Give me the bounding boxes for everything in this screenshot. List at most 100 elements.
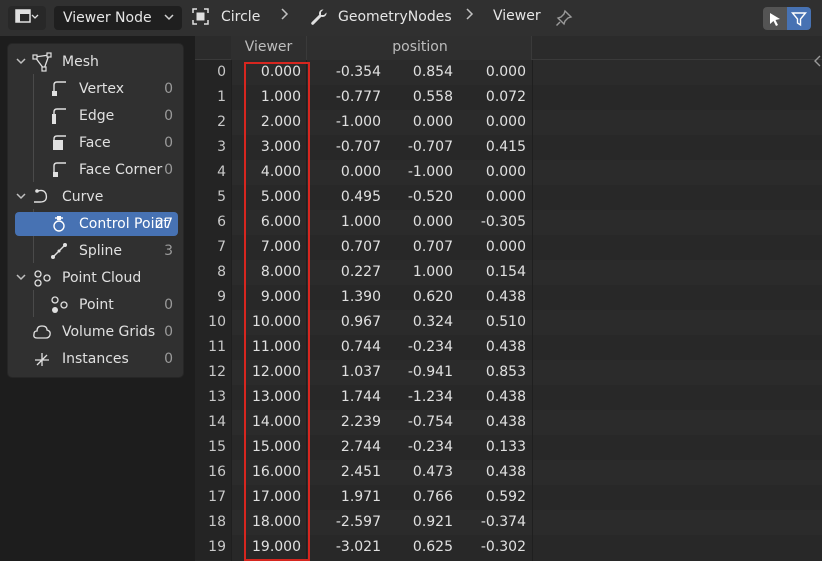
column-header-position[interactable]: position: [306, 36, 532, 60]
sidebar-item-edge[interactable]: Edge 0: [8, 104, 185, 128]
position-y-cell: -0.754: [407, 414, 453, 430]
table-row: 16 16.000 2.451 0.473 0.438: [195, 460, 822, 485]
sidebar-item-volume-grids[interactable]: Volume Grids 0: [8, 320, 185, 344]
position-z-cell: 0.853: [485, 364, 526, 380]
sidebar-item-mesh[interactable]: Mesh: [8, 50, 185, 74]
breadcrumb-node[interactable]: Viewer: [493, 8, 541, 24]
position-z-cell: 0.133: [485, 439, 526, 455]
viewer-value-cell: 6.000: [260, 214, 301, 230]
row-index: 7: [217, 239, 226, 255]
position-y-cell: -1.234: [407, 389, 453, 405]
editor-type-button[interactable]: [8, 6, 46, 30]
viewer-value-cell: 12.000: [252, 364, 301, 380]
cursor-select-icon: [767, 11, 783, 27]
position-x-cell: 2.239: [340, 414, 381, 430]
table-row: 13 13.000 1.744 -1.234 0.438: [195, 385, 822, 410]
table-row: 14 14.000 2.239 -0.754 0.438: [195, 410, 822, 435]
sidebar-item-control-point[interactable]: Control Point 27: [8, 212, 185, 236]
position-z-cell: 0.438: [485, 389, 526, 405]
row-index: 0: [217, 64, 226, 80]
viewer-value-cell: 3.000: [260, 139, 301, 155]
sidebar-item-spline[interactable]: Spline 3: [8, 239, 185, 263]
sidebar-item-count: 0: [164, 351, 173, 367]
viewer-value-cell: 19.000: [252, 539, 301, 555]
selected-only-toggle[interactable]: [763, 7, 787, 30]
viewer-value-cell: 4.000: [260, 164, 301, 180]
position-y-cell: 0.324: [412, 314, 453, 330]
spline-icon: [49, 241, 69, 261]
position-x-cell: 1.744: [340, 389, 381, 405]
row-index: 18: [208, 514, 226, 530]
geometry-domain-sidebar: Mesh Vertex 0 Edge 0 Face 0 Face Corner …: [7, 43, 184, 378]
viewer-value-cell: 16.000: [252, 464, 301, 480]
viewer-value-cell: 0.000: [260, 64, 301, 80]
position-z-cell: 0.000: [485, 189, 526, 205]
spreadsheet-icon: [15, 8, 39, 28]
sidebar-item-face-corner[interactable]: Face Corner 0: [8, 158, 185, 182]
viewer-value-cell: 10.000: [252, 314, 301, 330]
sidebar-item-label: Curve: [62, 189, 104, 205]
instances-icon: [32, 349, 52, 369]
sidebar-item-count: 0: [164, 108, 173, 124]
row-index: 15: [208, 439, 226, 455]
sidebar-item-label: Face: [79, 135, 111, 151]
position-z-cell: 0.438: [485, 464, 526, 480]
table-row: 0 0.000 -0.354 0.854 0.000: [195, 60, 822, 85]
sidebar-item-label: Point Cloud: [62, 270, 142, 286]
pin-icon[interactable]: [555, 9, 573, 31]
curve-icon: [32, 187, 52, 207]
row-index: 2: [217, 114, 226, 130]
position-x-cell: 0.707: [340, 239, 381, 255]
position-z-cell: 0.510: [485, 314, 526, 330]
position-x-cell: 2.451: [340, 464, 381, 480]
chevron-down-icon[interactable]: [15, 55, 27, 71]
sidebar-item-label: Instances: [62, 351, 129, 367]
table-row: 1 1.000 -0.777 0.558 0.072: [195, 85, 822, 110]
edge-icon: [49, 106, 69, 126]
position-x-cell: 1.037: [340, 364, 381, 380]
sidebar-item-face[interactable]: Face 0: [8, 131, 185, 155]
position-x-cell: 0.744: [340, 339, 381, 355]
point-icon: [49, 295, 69, 315]
position-x-cell: -3.021: [335, 539, 381, 555]
table-row: 18 18.000 -2.597 0.921 -0.374: [195, 510, 822, 535]
row-index: 1: [217, 89, 226, 105]
chevron-down-icon[interactable]: [15, 190, 27, 206]
position-z-cell: 0.154: [485, 264, 526, 280]
table-row: 7 7.000 0.707 0.707 0.000: [195, 235, 822, 260]
viewer-value-cell: 18.000: [252, 514, 301, 530]
breadcrumb-object[interactable]: Circle: [192, 8, 260, 25]
position-y-cell: -0.234: [407, 439, 453, 455]
table-row: 3 3.000 -0.707 -0.707 0.415: [195, 135, 822, 160]
table-header: Viewer position: [195, 36, 822, 60]
breadcrumb-node-label: Viewer: [493, 8, 541, 24]
sidebar-item-vertex[interactable]: Vertex 0: [8, 77, 185, 101]
chevron-down-icon[interactable]: [15, 271, 27, 287]
sidebar-item-curve[interactable]: Curve: [8, 185, 185, 209]
sidebar-item-instances[interactable]: Instances 0: [8, 347, 185, 371]
sidebar-item-label: Vertex: [79, 81, 125, 97]
sidebar-item-label: Edge: [79, 108, 115, 124]
object-icon: [192, 8, 209, 25]
viewer-value-cell: 5.000: [260, 189, 301, 205]
wrench-icon: [310, 8, 328, 26]
viewer-value-cell: 2.000: [260, 114, 301, 130]
sidebar-collapse-arrow-icon[interactable]: [812, 54, 822, 68]
table-row: 9 9.000 1.390 0.620 0.438: [195, 285, 822, 310]
volume-icon: [32, 322, 52, 342]
row-index: 4: [217, 164, 226, 180]
viewer-node-dropdown[interactable]: Viewer Node: [54, 6, 182, 30]
use-filter-toggle[interactable]: [787, 7, 811, 30]
row-index: 6: [217, 214, 226, 230]
column-header-viewer[interactable]: Viewer: [231, 36, 306, 60]
position-y-cell: 0.000: [412, 214, 453, 230]
sidebar-item-label: Mesh: [62, 54, 99, 70]
sidebar-item-point-cloud[interactable]: Point Cloud: [8, 266, 185, 290]
face-corner-icon: [49, 160, 69, 180]
viewer-value-cell: 1.000: [260, 89, 301, 105]
position-z-cell: 0.438: [485, 414, 526, 430]
column-divider: [306, 60, 307, 561]
breadcrumb-modifier[interactable]: GeometryNodes: [310, 8, 452, 26]
sidebar-item-count: 0: [164, 81, 173, 97]
sidebar-item-point[interactable]: Point 0: [8, 293, 185, 317]
